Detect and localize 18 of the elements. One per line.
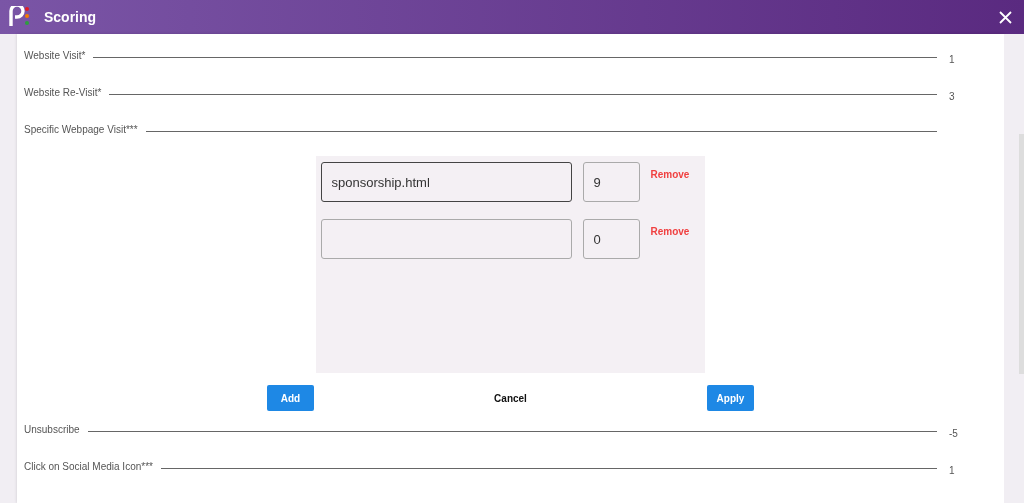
- url-field[interactable]: [320, 219, 572, 259]
- rule-label: Unsubscribe: [24, 424, 80, 435]
- score-value: -5: [948, 428, 959, 439]
- apply-button[interactable]: Apply: [707, 385, 754, 411]
- rule-label: Specific Webpage Visit***: [24, 124, 138, 135]
- rule-label: Click on Social Media Icon***: [24, 461, 153, 472]
- rule-label: Website Re-Visit*: [24, 87, 102, 98]
- score-value: 1: [948, 465, 956, 476]
- logo-icon: [8, 6, 30, 28]
- score-value: 3: [948, 91, 956, 102]
- score-field[interactable]: 9: [582, 162, 640, 202]
- cancel-button[interactable]: Cancel: [488, 391, 533, 405]
- window-title: Scoring: [44, 9, 97, 25]
- rule-label: Website Visit*: [24, 50, 86, 61]
- url-field[interactable]: sponsorship.html: [320, 162, 572, 202]
- add-button[interactable]: Add: [267, 385, 314, 411]
- score-field[interactable]: 0: [582, 219, 640, 259]
- score-value: 1: [948, 54, 956, 65]
